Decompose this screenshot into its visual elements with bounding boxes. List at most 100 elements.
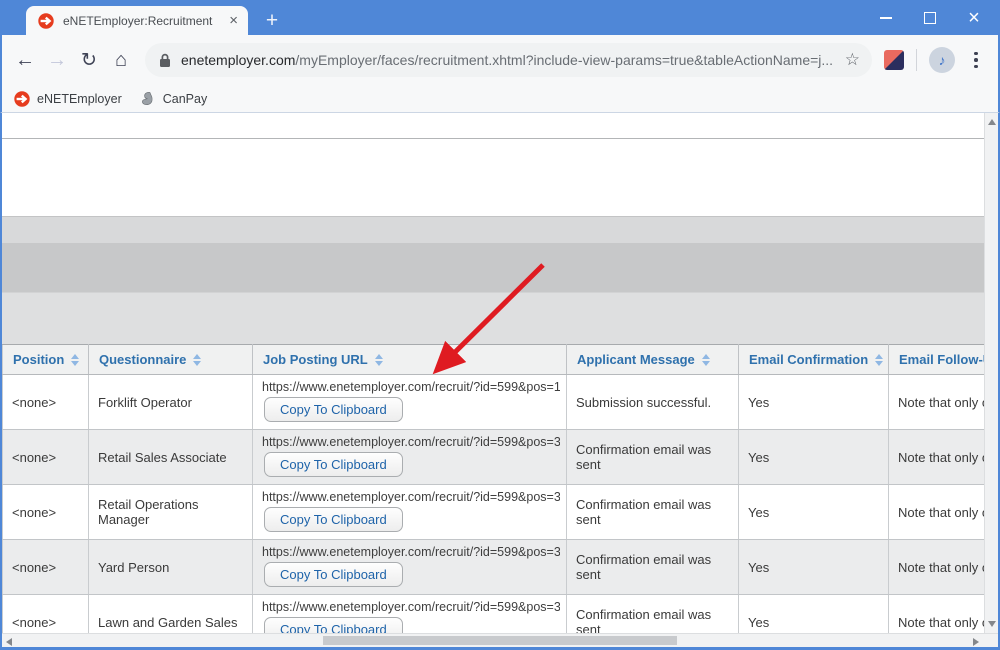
column-header-email-confirmation[interactable]: Email Confirmation xyxy=(739,345,889,375)
cell-position: <none> xyxy=(3,540,89,595)
horizontal-scrollbar[interactable] xyxy=(2,633,998,647)
back-icon: ← xyxy=(15,49,35,72)
position-value: <none> xyxy=(12,615,56,630)
email-confirmation-value: Yes xyxy=(748,615,769,630)
bookmark-label: eNETEmployer xyxy=(37,92,122,106)
cell-questionnaire: Forklift Operator xyxy=(89,375,253,430)
bookmark-label: CanPay xyxy=(163,92,207,106)
maximize-button[interactable] xyxy=(908,0,952,35)
cell-email-confirmation: Yes xyxy=(739,540,889,595)
email-confirmation-value: Yes xyxy=(748,560,769,575)
forward-button[interactable]: → xyxy=(41,44,73,76)
cell-job-posting-url: https://www.enetemployer.com/recruit/?id… xyxy=(253,540,567,595)
column-header-applicant-message[interactable]: Applicant Message xyxy=(567,345,739,375)
email-followup-value: Note that only o xyxy=(898,560,984,575)
cell-applicant-message: Confirmation email was sent xyxy=(567,595,739,634)
url-text: enetemployer.com/myEmployer/faces/recrui… xyxy=(181,52,835,68)
lock-icon xyxy=(159,53,171,68)
cell-email-confirmation: Yes xyxy=(739,430,889,485)
address-bar[interactable]: enetemployer.com/myEmployer/faces/recrui… xyxy=(145,43,872,77)
applicant-message-value: Submission successful. xyxy=(576,395,711,410)
scroll-up-icon[interactable] xyxy=(988,119,996,125)
browser-window: eNETEmployer:Recruitment × + × ← → ↻ ⌂ e… xyxy=(0,0,1000,650)
scroll-left-icon[interactable] xyxy=(6,638,12,646)
extension-icon[interactable] xyxy=(884,50,904,70)
sort-icon[interactable] xyxy=(71,354,79,366)
cell-questionnaire: Lawn and Garden Sales xyxy=(89,595,253,634)
copy-to-clipboard-button[interactable]: Copy To Clipboard xyxy=(264,562,403,587)
column-header-position[interactable]: Position xyxy=(3,345,89,375)
sort-icon[interactable] xyxy=(702,354,710,366)
scroll-down-icon[interactable] xyxy=(988,621,996,627)
url-path: /myEmployer/faces/recruitment.xhtml?incl… xyxy=(295,52,833,68)
copy-to-clipboard-button[interactable]: Copy To Clipboard xyxy=(264,617,403,633)
minimize-button[interactable] xyxy=(864,0,908,35)
position-value: <none> xyxy=(12,560,56,575)
horizontal-scrollbar-thumb[interactable] xyxy=(323,636,677,645)
minimize-icon xyxy=(880,17,892,19)
sort-icon[interactable] xyxy=(875,354,883,366)
cell-applicant-message: Confirmation email was sent xyxy=(567,540,739,595)
back-button[interactable]: ← xyxy=(9,44,41,76)
cell-email-confirmation: Yes xyxy=(739,485,889,540)
home-button[interactable]: ⌂ xyxy=(105,44,137,76)
cell-email-followup: Note that only o xyxy=(889,595,985,634)
copy-to-clipboard-button[interactable]: Copy To Clipboard xyxy=(264,397,403,422)
copy-to-clipboard-button[interactable]: Copy To Clipboard xyxy=(264,507,403,532)
close-button[interactable]: × xyxy=(952,0,996,35)
table-body: <none> Forklift Operator https://www.ene… xyxy=(3,375,985,634)
email-confirmation-value: Yes xyxy=(748,395,769,410)
table-row: <none> Forklift Operator https://www.ene… xyxy=(3,375,985,430)
job-posting-url: https://www.enetemployer.com/recruit/?id… xyxy=(262,490,560,504)
forward-icon: → xyxy=(47,49,67,72)
cell-job-posting-url: https://www.enetemployer.com/recruit/?id… xyxy=(253,430,567,485)
cell-position: <none> xyxy=(3,375,89,430)
cell-email-followup: Note that only o xyxy=(889,375,985,430)
email-followup-value: Note that only o xyxy=(898,450,984,465)
bookmark-star-icon[interactable]: ☆ xyxy=(845,50,860,70)
cell-email-followup: Note that only o xyxy=(889,540,985,595)
cell-questionnaire: Retail Sales Associate xyxy=(89,430,253,485)
copy-to-clipboard-button[interactable]: Copy To Clipboard xyxy=(264,452,403,477)
column-header-job-posting-url[interactable]: Job Posting URL xyxy=(253,345,567,375)
recruitment-table-wrap: Position Questionnaire Job Posting URL A… xyxy=(2,344,984,633)
browser-menu-button[interactable] xyxy=(968,52,984,69)
browser-tab[interactable]: eNETEmployer:Recruitment × xyxy=(26,6,248,35)
applicant-message-value: Confirmation email was sent xyxy=(576,607,711,633)
new-tab-button[interactable]: + xyxy=(258,7,286,35)
reload-button[interactable]: ↻ xyxy=(73,44,105,76)
sort-icon[interactable] xyxy=(375,354,383,366)
applicant-message-value: Confirmation email was sent xyxy=(576,442,711,472)
sort-icon[interactable] xyxy=(193,354,201,366)
bookmark-canpay[interactable]: CanPay xyxy=(140,91,207,107)
applicant-message-value: Confirmation email was sent xyxy=(576,497,711,527)
bookmark-enetemployer[interactable]: eNETEmployer xyxy=(14,91,122,107)
questionnaire-value: Forklift Operator xyxy=(98,395,192,410)
scroll-right-icon[interactable] xyxy=(973,638,979,646)
questionnaire-value: Yard Person xyxy=(98,560,169,575)
vertical-scrollbar[interactable] xyxy=(984,113,998,633)
email-followup-value: Note that only o xyxy=(898,615,984,630)
url-domain: enetemployer.com xyxy=(181,52,295,68)
column-header-questionnaire[interactable]: Questionnaire xyxy=(89,345,253,375)
applicant-message-value: Confirmation email was sent xyxy=(576,552,711,582)
cell-applicant-message: Confirmation email was sent xyxy=(567,430,739,485)
gray-band-1 xyxy=(2,216,984,244)
cell-position: <none> xyxy=(3,430,89,485)
cell-email-followup: Note that only o xyxy=(889,485,985,540)
questionnaire-value: Retail Sales Associate xyxy=(98,450,227,465)
tab-close-icon[interactable]: × xyxy=(229,13,238,28)
job-posting-url: https://www.enetemployer.com/recruit/?id… xyxy=(262,380,560,394)
column-header-email-followup[interactable]: Email Follow-U xyxy=(889,345,985,375)
cell-job-posting-url: https://www.enetemployer.com/recruit/?id… xyxy=(253,375,567,430)
music-note-icon: ♪ xyxy=(939,52,946,68)
table-row: <none> Retail Sales Associate https://ww… xyxy=(3,430,985,485)
cell-position: <none> xyxy=(3,485,89,540)
email-confirmation-value: Yes xyxy=(748,505,769,520)
profile-avatar[interactable]: ♪ xyxy=(929,47,955,73)
email-followup-value: Note that only o xyxy=(898,395,984,410)
position-value: <none> xyxy=(12,450,56,465)
page-content: Position Questionnaire Job Posting URL A… xyxy=(0,113,1000,650)
job-posting-url: https://www.enetemployer.com/recruit/?id… xyxy=(262,435,560,449)
title-bar: eNETEmployer:Recruitment × + × xyxy=(0,0,1000,35)
